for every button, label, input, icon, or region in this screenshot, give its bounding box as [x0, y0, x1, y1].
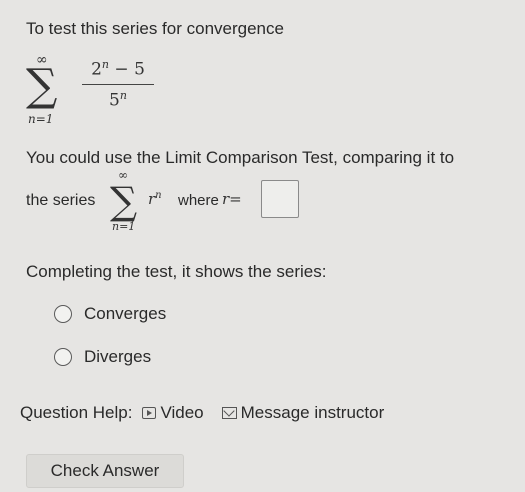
option-diverges[interactable]: Diverges: [54, 345, 151, 369]
question-help: Question Help: Video Message instructor: [20, 402, 384, 424]
mail-icon[interactable]: [221, 407, 237, 419]
question-page: To test this series for convergence ∞ ∑ …: [0, 0, 525, 492]
lct-instruction: You could use the Limit Comparison Test,…: [26, 148, 455, 167]
option-converges[interactable]: Converges: [54, 302, 166, 326]
r-variable: r=: [222, 190, 242, 208]
fraction-denominator: 5n: [109, 88, 127, 111]
option-label: Converges: [84, 304, 167, 323]
video-icon[interactable]: [142, 407, 157, 419]
prompt-text: To test this series for convergence: [26, 19, 284, 38]
comparison-lower-limit: n=1: [112, 220, 136, 233]
fraction-numerator: 2n − 5: [82, 58, 154, 85]
completing-text: Completing the test, it shows the series…: [26, 262, 327, 281]
message-instructor-link[interactable]: Message instructor: [241, 403, 385, 423]
radio-button[interactable]: [54, 348, 72, 366]
comparison-sigma-symbol: ∑: [110, 179, 138, 223]
r-answer-input[interactable]: [261, 180, 299, 218]
comparison-term: rn: [148, 190, 162, 208]
series-fraction: 2n − 5 5n: [82, 58, 154, 110]
video-link[interactable]: Video: [160, 403, 203, 423]
sigma-symbol: ∑: [26, 60, 58, 111]
where-text: where: [178, 192, 219, 209]
option-label: Diverges: [84, 347, 152, 366]
main-series: ∞ ∑ n=1 2n − 5 5n: [26, 52, 156, 130]
radio-button[interactable]: [54, 305, 72, 323]
comparison-prefix: the series: [26, 192, 96, 209]
check-answer-button[interactable]: Check Answer: [26, 454, 184, 488]
help-label: Question Help:: [20, 403, 133, 422]
comparison-series-row: the series ∞ ∑ n=1 rn where r=: [26, 168, 326, 238]
sum-lower-limit: n=1: [28, 112, 54, 126]
